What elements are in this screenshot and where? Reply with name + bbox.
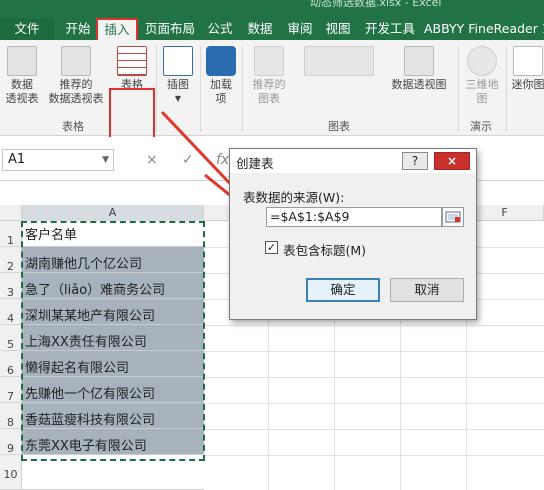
tab-formulas[interactable]: 公式 xyxy=(202,18,238,40)
pivot-chart-icon xyxy=(404,46,434,76)
pivot-table-button[interactable]: 数据 透视表 xyxy=(2,46,42,106)
table-button-highlight xyxy=(109,88,155,142)
recommended-charts-icon xyxy=(254,46,284,76)
grid-line xyxy=(204,325,544,326)
pivot-table-icon xyxy=(7,46,37,76)
row-header[interactable]: 2 xyxy=(0,247,22,273)
group-separator xyxy=(242,46,243,132)
illustrations-label: 插图 xyxy=(167,78,189,91)
tab-view[interactable]: 视图 xyxy=(320,18,356,40)
group-label-tours: 演示 xyxy=(470,120,492,133)
name-box[interactable]: A1 ▼ xyxy=(2,149,114,171)
dialog-title: 创建表 xyxy=(236,156,274,171)
row-header[interactable]: 6 xyxy=(0,351,22,377)
cancel-entry-icon[interactable]: × xyxy=(146,149,158,171)
row-header[interactable]: 8 xyxy=(0,403,22,429)
tab-page-layout[interactable]: 页面布局 xyxy=(140,18,200,40)
row-header[interactable]: 10 xyxy=(0,455,22,490)
insert-function-icon[interactable]: fx xyxy=(216,149,229,171)
ribbon-insert: 数据 透视表 推荐的 数据透视表 表格 表格 插图 ▼ 加载 项 推荐的 图表 xyxy=(0,40,544,142)
source-label: 表数据的来源(W): xyxy=(243,190,345,205)
recommended-pivot-label: 推荐的 数据透视表 xyxy=(48,78,104,105)
tab-insert[interactable]: 插入 xyxy=(96,18,138,40)
addins-button[interactable]: 加载 项 xyxy=(204,46,238,106)
title-bar: 动态筛选数据.xlsx - Excel 文件 开始 插入 页面布局 公式 数据 … xyxy=(0,0,544,40)
excel-window: 动态筛选数据.xlsx - Excel 文件 开始 插入 页面布局 公式 数据 … xyxy=(0,0,544,490)
column-header-a[interactable]: A xyxy=(22,205,204,221)
tab-file[interactable]: 文件 xyxy=(0,18,54,40)
globe-icon xyxy=(467,46,497,76)
name-box-value: A1 xyxy=(8,152,26,167)
grid-line xyxy=(204,429,544,430)
tab-data[interactable]: 数据 xyxy=(242,18,278,40)
grid-line xyxy=(204,377,544,378)
illustrations-button[interactable]: 插图 ▼ xyxy=(160,46,196,106)
group-separator xyxy=(506,46,507,132)
recommended-pivot-button[interactable]: 推荐的 数据透视表 xyxy=(44,46,108,106)
table-button[interactable]: 表格 xyxy=(111,46,153,92)
document-title: 动态筛选数据.xlsx - Excel xyxy=(310,0,442,9)
row-header[interactable]: 5 xyxy=(0,325,22,351)
sparkline-icon xyxy=(513,46,543,76)
pivot-table-label: 数据 透视表 xyxy=(5,78,39,105)
bar-chart-icon xyxy=(304,46,374,76)
selection-marquee xyxy=(21,221,205,461)
3d-map-button[interactable]: 三维地 图 xyxy=(462,46,502,106)
row-header[interactable]: 3 xyxy=(0,273,22,299)
chart-types-gallery[interactable] xyxy=(296,46,382,78)
source-range-input[interactable]: =$A$1:$A$9 xyxy=(266,207,442,227)
group-separator xyxy=(458,46,459,132)
tab-review[interactable]: 审阅 xyxy=(282,18,318,40)
tab-home[interactable]: 开始 xyxy=(60,18,96,40)
tab-abbyy[interactable]: ABBYY FineReader 1 xyxy=(424,18,544,40)
grid-line xyxy=(204,455,544,456)
tab-developer[interactable]: 开发工具 xyxy=(360,18,420,40)
help-button[interactable]: ? xyxy=(402,152,428,170)
recommended-pivot-icon xyxy=(61,46,91,76)
grid-line xyxy=(204,351,544,352)
ribbon-tabs: 文件 开始 插入 页面布局 公式 数据 审阅 视图 开发工具 ABBYY Fin… xyxy=(0,18,544,40)
table-icon xyxy=(117,46,147,76)
grid-line xyxy=(204,403,544,404)
3d-map-label: 三维地 图 xyxy=(465,78,499,105)
store-icon xyxy=(206,46,236,76)
group-label-tables: 表格 xyxy=(62,120,84,133)
row-header[interactable]: 4 xyxy=(0,299,22,325)
has-headers-checkbox[interactable]: ✓ xyxy=(265,241,278,254)
recommended-charts-button[interactable]: 推荐的 图表 xyxy=(248,46,290,106)
addins-label: 加载 项 xyxy=(210,78,232,105)
dialog-title-bar: 创建表 ? × xyxy=(230,149,476,173)
chevron-down-icon: ▼ xyxy=(174,94,182,103)
range-picker-button[interactable] xyxy=(442,207,464,227)
pivot-chart-label: 数据透视图 xyxy=(391,78,447,91)
column-header-f[interactable]: F xyxy=(466,205,544,221)
row-header[interactable]: 9 xyxy=(0,429,22,455)
confirm-entry-icon[interactable]: ✓ xyxy=(182,149,194,171)
create-table-dialog: 创建表 ? × 表数据的来源(W): =$A$1:$A$9 ✓ 表包含标题(M)… xyxy=(229,148,477,320)
select-all-corner[interactable] xyxy=(0,205,22,221)
row-header[interactable]: 1 xyxy=(0,221,22,247)
cancel-button[interactable]: 取消 xyxy=(390,278,464,302)
row-header[interactable]: 7 xyxy=(0,377,22,403)
group-label-charts: 图表 xyxy=(328,120,350,133)
group-separator xyxy=(200,46,201,132)
chevron-down-icon: ▼ xyxy=(102,155,109,165)
sparkline-button[interactable]: 迷你图 xyxy=(508,46,544,92)
recommended-charts-label: 推荐的 图表 xyxy=(252,78,286,105)
illustrations-icon xyxy=(163,46,193,76)
range-picker-icon xyxy=(445,211,461,223)
sparkline-label: 迷你图 xyxy=(511,78,544,91)
group-separator xyxy=(156,46,157,132)
has-headers-label[interactable]: 表包含标题(M) xyxy=(283,240,366,259)
pivot-chart-button[interactable]: 数据透视图 xyxy=(386,46,452,92)
ok-button[interactable]: 确定 xyxy=(306,278,380,302)
close-button[interactable]: × xyxy=(434,152,470,170)
